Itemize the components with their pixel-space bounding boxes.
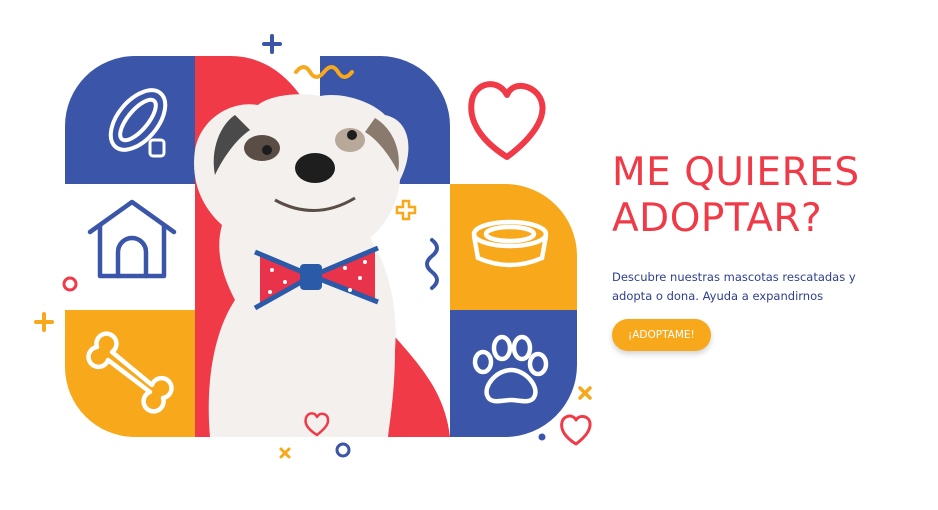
hero-title-line2: ADOPTAR? — [612, 196, 823, 241]
adopt-button[interactable]: ¡ADOPTAME! — [612, 319, 711, 351]
cross-icon — [279, 447, 291, 459]
hero-title: ME QUIERES ADOPTAR? — [612, 150, 912, 242]
squiggle-icon — [425, 238, 439, 290]
hero-description: Descubre nuestras mascotas rescatadas y … — [612, 270, 856, 303]
plus-icon — [34, 312, 54, 332]
hero-title-line1: ME QUIERES — [612, 150, 860, 195]
plus-icon — [262, 34, 282, 54]
dog-photo — [194, 94, 409, 438]
heart-icon — [468, 81, 546, 160]
plus-icon — [395, 199, 417, 221]
hero-text-block: ME QUIERES ADOPTAR? Descubre nuestras ma… — [612, 150, 912, 351]
circle-icon — [335, 442, 351, 458]
circle-icon — [538, 433, 546, 441]
heart-icon — [560, 414, 592, 446]
cross-icon — [578, 386, 592, 400]
hero-illustration — [34, 34, 592, 459]
